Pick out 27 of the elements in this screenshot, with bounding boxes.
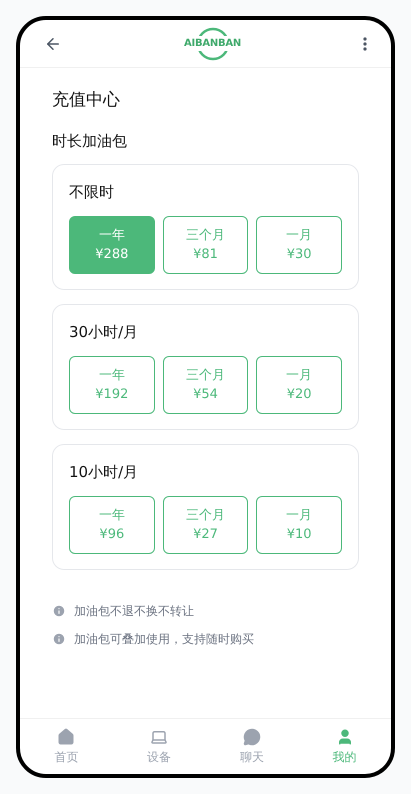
logo-text: AIBANBAN xyxy=(183,36,242,51)
package-name: 10小时/月 xyxy=(69,462,140,483)
home-icon xyxy=(57,728,76,746)
plan-option[interactable]: 三个月 ¥81 xyxy=(162,216,248,274)
note-text: 加油包不退不换不转让 xyxy=(74,603,194,620)
plan-option[interactable]: 一年 ¥96 xyxy=(69,496,155,554)
note-text: 加油包可叠加使用，支持随时购买 xyxy=(74,631,254,648)
more-menu-button[interactable] xyxy=(363,36,367,50)
nav-tab[interactable]: 我的 xyxy=(298,719,391,774)
plan-option[interactable]: 三个月 ¥54 xyxy=(162,356,248,414)
nav-tab[interactable]: 聊天 xyxy=(206,719,298,774)
page-title: 充值中心 xyxy=(52,89,121,112)
plan-option[interactable]: 一年 ¥192 xyxy=(69,356,155,414)
plan-option[interactable]: 一月 ¥20 xyxy=(256,356,342,414)
section-title: 时长加油包 xyxy=(52,130,128,152)
package-name: 30小时/月 xyxy=(69,322,140,343)
more-icon xyxy=(363,36,367,50)
package-name: 不限时 xyxy=(69,182,115,203)
info-icon xyxy=(52,604,66,618)
nav-tab[interactable]: 首页 xyxy=(20,719,113,774)
plan-option[interactable]: 三个月 ¥27 xyxy=(162,496,248,554)
plan-option[interactable]: 一年 ¥288 xyxy=(69,216,155,274)
chat-bubble-icon xyxy=(242,728,261,746)
nav-tab[interactable]: 设备 xyxy=(112,719,206,774)
info-icon xyxy=(52,632,66,646)
plan-option[interactable]: 一月 ¥30 xyxy=(256,216,342,274)
plan-option[interactable]: 一月 ¥10 xyxy=(256,496,342,554)
